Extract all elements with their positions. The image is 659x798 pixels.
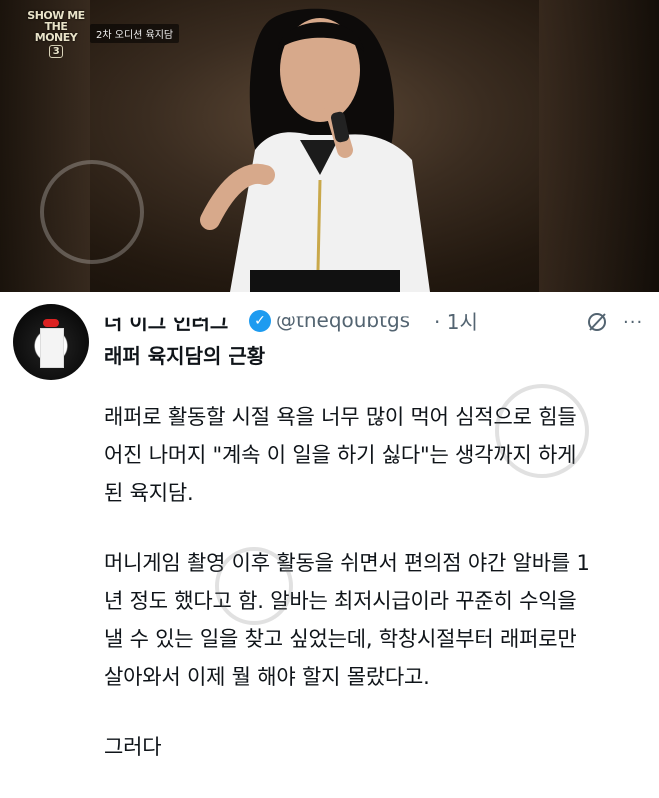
show-logo: SHOW ME THE MONEY 3 [27,9,85,58]
performer-figure [200,8,430,292]
watermark-icon [495,384,589,478]
tweet-header: 더 이그 인러그 ✓ @theqoubtgs · 1시 [104,302,604,335]
avatar[interactable] [13,304,89,380]
tweet-card[interactable]: 더 이그 인러그 ✓ @theqoubtgs · 1시 ··· 래퍼 육지담의 … [0,292,659,759]
tweet-headline: 래퍼 육지담의 근황 [104,344,266,368]
tweet-timestamp[interactable]: · 1시 [434,306,478,335]
watermark-icon [215,547,293,625]
tweet-paragraph: 머니게임 촬영 이후 활동을 쉬면서 편의점 야간 알바를 1 년 정도 했다고… [104,551,590,689]
video-still: SHOW ME THE MONEY 3 2차 오디션 육지담 [0,0,659,292]
avatar-censor-box [40,328,64,368]
verified-badge-icon: ✓ [249,310,271,332]
display-name[interactable]: 더 이그 인러그 [104,318,228,335]
tweet-paragraph: 그러다 [104,735,162,759]
user-handle[interactable]: @theqoubtgs [276,316,410,332]
more-options-icon[interactable]: ··· [623,312,643,333]
grok-icon[interactable] [586,311,608,333]
watermark-icon [40,160,144,264]
video-background-right [539,0,659,292]
avatar-bow [43,319,59,327]
